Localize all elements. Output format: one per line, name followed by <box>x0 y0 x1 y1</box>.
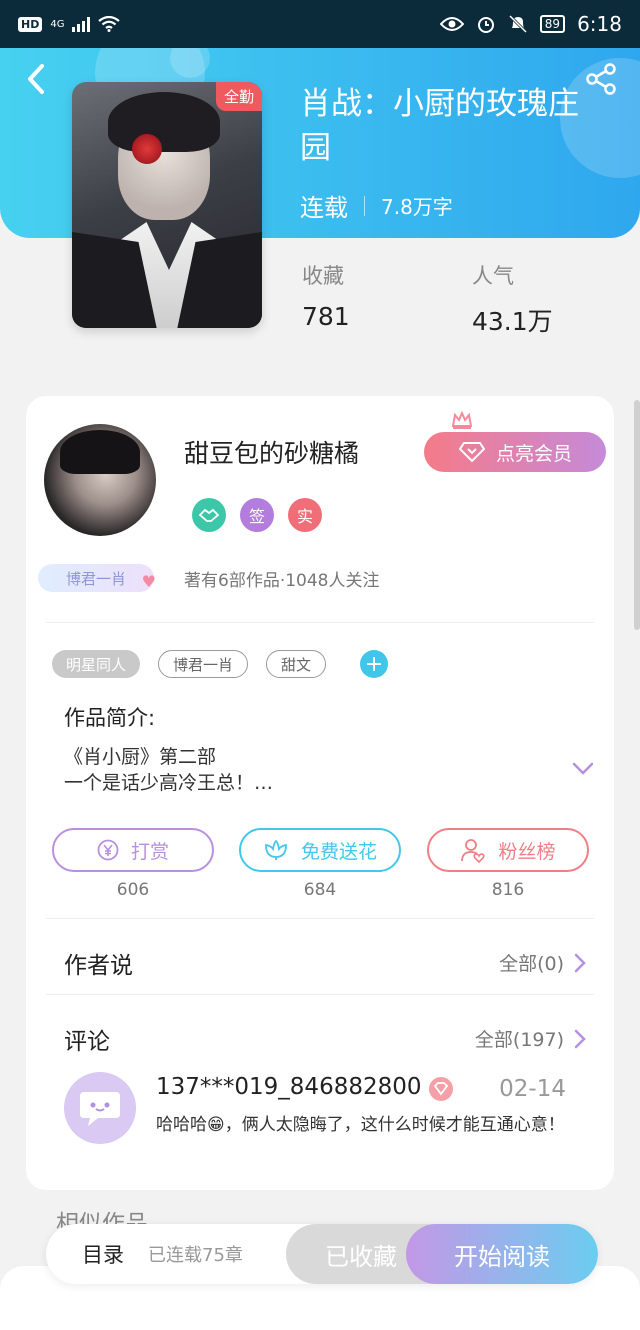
add-tag-button[interactable]: + <box>360 650 389 678</box>
popularity-label: 人气 <box>472 264 514 288</box>
author-says-title: 作者说 <box>64 953 133 979</box>
fan-ranking-label: 粉丝榜 <box>498 840 556 863</box>
comments-more-link[interactable]: 全部(197) <box>475 1025 586 1052</box>
toc-label: 目录 <box>82 1243 124 1267</box>
yen-icon <box>97 839 119 861</box>
tag-list: 明星同人 博君一肖 甜文 + <box>52 650 389 678</box>
full-attendance-badge: 全勤 <box>215 82 262 111</box>
tag-item[interactable]: 博君一肖 <box>158 650 249 678</box>
handshake-badge-icon[interactable] <box>192 498 226 532</box>
signal-icon <box>72 16 91 32</box>
favorites-label: 收藏 <box>302 264 344 288</box>
favorites-stat: 收藏 781 <box>302 260 350 331</box>
bottom-action-bar: 目录 已连载75章 已收藏 开始阅读 <box>46 1224 598 1284</box>
diamond-icon <box>458 442 486 463</box>
author-name[interactable]: 甜豆包的砂糖橘 <box>184 434 359 470</box>
flower-icon <box>265 839 287 860</box>
status-bar: HD 4G 89 6:18 <box>0 0 640 48</box>
signed-badge[interactable]: 签 <box>240 498 274 532</box>
send-flower-label: 免费送花 <box>300 840 377 863</box>
flower-count: 684 <box>303 880 337 900</box>
popularity-stat: 人气 43.1万 <box>472 260 553 338</box>
clock: 6:18 <box>577 12 622 36</box>
book-detail-card: 甜豆包的砂糖橘 点亮会员 签 实 博君一肖 ♥ 著有6部作品·1048人关注 明… <box>26 396 614 1190</box>
comment-text[interactable]: 哈哈哈😁，俩人太隐晦了，这什么时候才能互通心意！ <box>156 1112 576 1139</box>
chevron-down-icon[interactable] <box>572 762 594 776</box>
author-says-more-link[interactable]: 全部(0) <box>499 949 586 976</box>
serial-status: 连载 <box>300 194 348 222</box>
battery-indicator: 89 <box>539 15 566 33</box>
hd-indicator: HD <box>18 16 43 32</box>
back-arrow-icon <box>28 64 44 94</box>
commenter-avatar[interactable] <box>64 1072 136 1144</box>
comment-date: 02-14 <box>499 1076 566 1102</box>
table-of-contents-button[interactable]: 目录 已连载75章 <box>82 1224 243 1284</box>
level-diamond-icon <box>429 1077 453 1101</box>
author-says-more-label: 全部(0) <box>499 953 564 975</box>
back-button[interactable] <box>22 62 50 96</box>
verified-badge[interactable]: 实 <box>288 498 322 532</box>
fan-group-tag[interactable]: 博君一肖 ♥ <box>38 558 156 598</box>
meta-divider <box>364 195 365 216</box>
intro-title: 作品简介: <box>64 706 156 730</box>
mute-bell-icon <box>508 14 527 34</box>
rose-image <box>132 134 162 164</box>
eye-icon <box>439 17 464 31</box>
tip-button[interactable]: 打赏 <box>52 828 214 872</box>
divider <box>46 918 594 919</box>
intro-line: 一个是话少高冷王总！… <box>64 772 274 794</box>
divider <box>46 994 594 995</box>
author-avatar[interactable] <box>44 424 156 536</box>
heart-icon: ♥ <box>141 572 156 591</box>
tag-item[interactable]: 明星同人 <box>52 650 141 678</box>
popularity-value: 43.1万 <box>472 307 553 336</box>
word-count: 7.8万字 <box>381 195 453 219</box>
tip-label: 打赏 <box>130 840 169 863</box>
start-reading-button[interactable]: 开始阅读 <box>406 1224 598 1284</box>
wifi-icon <box>98 16 121 32</box>
book-cover[interactable]: 全勤 <box>72 82 262 328</box>
tip-count: 606 <box>116 880 150 900</box>
comments-more-label: 全部(197) <box>474 1029 564 1051</box>
fan-count: 816 <box>491 880 525 900</box>
fan-group-label: 博君一肖 <box>38 564 154 592</box>
author-stats: 著有6部作品·1048人关注 <box>184 571 380 591</box>
crown-icon <box>451 410 473 429</box>
chapter-count: 已连载75章 <box>148 1245 243 1266</box>
chevron-right-icon <box>574 1029 586 1048</box>
network-type: 4G <box>50 18 65 30</box>
favorites-value: 781 <box>302 302 350 331</box>
tag-item[interactable]: 甜文 <box>266 650 327 678</box>
alarm-icon <box>477 17 494 33</box>
fans-icon <box>461 839 486 863</box>
vip-button[interactable]: 点亮会员 <box>424 432 606 472</box>
vip-button-label: 点亮会员 <box>495 442 572 465</box>
book-title: 肖战：小厨的玫瑰庄园 <box>300 86 579 166</box>
intro-line: 《肖小厨》第二部 <box>64 746 217 768</box>
scrollbar[interactable] <box>634 400 640 630</box>
commenter-name[interactable]: 137***019_846882800 <box>156 1074 422 1100</box>
send-flower-button[interactable]: 免费送花 <box>239 828 401 872</box>
chat-bubble-icon <box>80 1092 120 1126</box>
comments-title: 评论 <box>64 1029 110 1055</box>
chevron-right-icon <box>574 953 586 972</box>
divider <box>46 622 594 623</box>
book-meta: 连载 7.8万字 <box>300 188 453 223</box>
intro-text: 《肖小厨》第二部 一个是话少高冷王总！… <box>64 744 544 796</box>
author-badges: 签 实 <box>192 498 322 532</box>
fan-ranking-button[interactable]: 粉丝榜 <box>427 828 589 872</box>
